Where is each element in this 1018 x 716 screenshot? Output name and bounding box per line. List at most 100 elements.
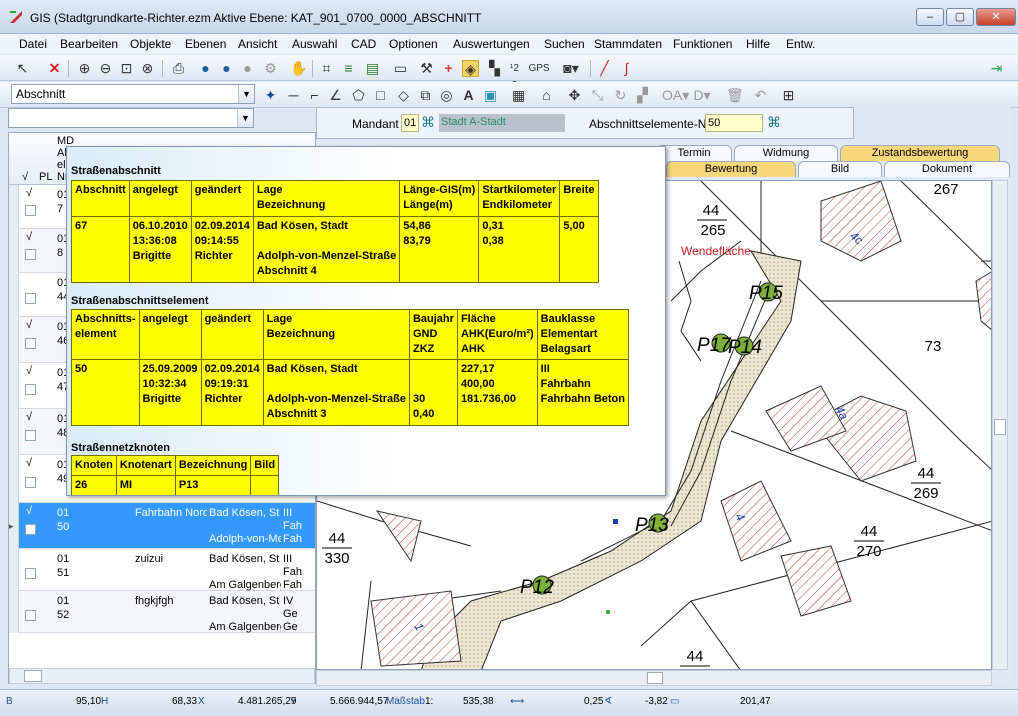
checker-icon[interactable]: ▚ [486, 60, 503, 77]
curve-draw-icon[interactable]: ∫ [618, 60, 635, 77]
table-icon[interactable]: ▦ [510, 87, 527, 104]
layer-select[interactable]: Abschnitt ▼ [11, 84, 255, 104]
binoculars-icon[interactable]: ⌘ [767, 114, 781, 131]
zoom-out-icon[interactable]: ⊖ [97, 60, 114, 77]
row-indicator[interactable] [9, 409, 19, 455]
polyline-icon[interactable]: ⌐ [306, 87, 323, 104]
fit-icon[interactable]: ⊞ [780, 87, 797, 104]
circle-target-icon[interactable]: ◎ [438, 87, 455, 104]
layer-list-icon[interactable]: ▤ [364, 60, 381, 77]
menu-bearbeiten[interactable]: Bearbeiten [60, 37, 118, 51]
row-checkbox[interactable] [25, 524, 36, 535]
snap-point-icon[interactable]: ✦ [262, 87, 279, 104]
settings-gear-icon[interactable]: ⚙ [262, 60, 279, 77]
menu-funktionen[interactable]: Funktionen [673, 37, 732, 51]
rotate-icon[interactable]: ↻ [612, 87, 629, 104]
select-arrow-icon[interactable]: ↖ [14, 60, 31, 77]
row-checkbox[interactable] [25, 430, 36, 441]
map-vertical-scrollbar[interactable] [992, 180, 1008, 670]
measure-box-icon[interactable]: ▭ [392, 60, 409, 77]
node-edit-icon[interactable]: ⌂ [538, 87, 555, 104]
row-checkbox[interactable] [25, 568, 36, 579]
close-button[interactable]: ✕ [976, 8, 1016, 26]
polygon-icon[interactable]: ⬠ [350, 87, 367, 104]
menu-suchen[interactable]: Suchen [544, 37, 585, 51]
row-checkbox[interactable] [25, 205, 36, 216]
text-icon[interactable]: A [460, 87, 477, 104]
grid-horizontal-scrollbar[interactable] [9, 668, 315, 684]
menu-ansicht[interactable]: Ansicht [238, 37, 277, 51]
zoom-window-icon[interactable]: ⊡ [118, 60, 135, 77]
tab-zustandsbewertung[interactable]: Zustandsbewertung [840, 145, 1000, 161]
delete-selection-icon[interactable]: ✕ [46, 60, 63, 77]
undo-icon[interactable]: ↶ [752, 87, 769, 104]
image-icon[interactable]: ▣ [482, 87, 499, 104]
menu-objekte[interactable]: Objekte [130, 37, 171, 51]
row-indicator[interactable] [9, 185, 19, 229]
binoculars-icon[interactable]: ⌘ [421, 114, 435, 131]
tab-widmung[interactable]: Widmung [734, 145, 838, 161]
move-icon[interactable]: ✥ [566, 87, 583, 104]
tab-bild[interactable]: Bild [798, 161, 882, 177]
bezier-icon[interactable]: ∠ [327, 87, 344, 104]
menu-cad[interactable]: CAD [351, 37, 376, 51]
menu-auswahl[interactable]: Auswahl [292, 37, 337, 51]
crosshair-icon[interactable]: + [440, 60, 457, 77]
row-checkbox[interactable] [25, 338, 36, 349]
row-indicator[interactable] [9, 363, 19, 409]
camera-icon[interactable]: ◙▾ [558, 60, 584, 77]
diamond-icon[interactable]: ◇ [395, 87, 412, 104]
trash-icon[interactable]: 🗑 [726, 87, 744, 104]
zoom-previous-icon[interactable]: ⊗ [139, 60, 156, 77]
zoom-in-icon[interactable]: ⊕ [76, 60, 93, 77]
exit-icon[interactable]: ⇥ [988, 60, 1005, 77]
grid-snap-icon[interactable]: ⌗ [318, 60, 335, 77]
line-icon[interactable]: ─ [285, 87, 302, 104]
table-row[interactable]: 01 51 zuizui Bad Kösen, St Am Galgenberg III F… [9, 549, 315, 591]
elem-field[interactable]: 50 [705, 114, 763, 132]
row-checkbox[interactable] [25, 293, 36, 304]
menu-stammdaten[interactable]: Stammdaten [594, 37, 662, 51]
menu-ebenen[interactable]: Ebenen [185, 37, 226, 51]
table-row[interactable]: 01 52 fhgkjfgh Bad Kösen, St Am Galgenberg IV… [9, 591, 315, 633]
row-indicator[interactable] [9, 317, 19, 363]
rectangle-icon[interactable]: □ [372, 87, 389, 104]
row-checkbox[interactable] [25, 477, 36, 488]
layers-icon[interactable]: ≡ [340, 60, 357, 77]
row-checkbox[interactable] [25, 249, 36, 260]
menu-datei[interactable]: Datei [19, 37, 47, 51]
row-indicator[interactable] [9, 549, 19, 591]
globe-layers-icon[interactable]: ● [218, 60, 235, 77]
tab-bewertung[interactable]: Bewertung [666, 161, 796, 177]
menu-optionen[interactable]: Optionen [389, 37, 438, 51]
doc-icon[interactable]: D▾ [692, 87, 712, 104]
table-row[interactable]: ▸ √ 01 50 Fahrbahn Nord Bad Kösen, St Adolph-v… [9, 503, 315, 549]
row-indicator[interactable] [9, 273, 19, 317]
text-align-icon[interactable]: OA▾ [662, 87, 689, 104]
menu-auswertungen[interactable]: Auswertungen [453, 37, 530, 51]
row-indicator[interactable]: ▸ [9, 503, 19, 549]
line-draw-icon[interactable]: ╱ [596, 60, 613, 77]
row-indicator[interactable] [9, 455, 19, 503]
minimize-button[interactable]: – [916, 8, 944, 26]
menu-entw[interactable]: Entw. [786, 37, 815, 51]
globe-icon[interactable]: ● [197, 60, 214, 77]
pan-hand-icon[interactable]: ✋ [290, 60, 307, 77]
duplicate-icon[interactable]: ▞ [634, 87, 651, 104]
tag-icon[interactable]: ◈ [462, 60, 479, 77]
globe-disabled-icon[interactable]: ● [239, 60, 256, 77]
row-checkbox[interactable] [25, 384, 36, 395]
chevron-down-icon[interactable]: ▼ [237, 109, 253, 127]
tools-icon[interactable]: ⚒ [418, 60, 435, 77]
row-indicator[interactable] [9, 229, 19, 273]
row-checkbox[interactable] [25, 610, 36, 621]
chevron-down-icon[interactable]: ▼ [238, 85, 254, 103]
copy-shape-icon[interactable]: ⧉ [417, 87, 434, 104]
tab-dokument[interactable]: Dokument [884, 161, 1010, 177]
menu-hilfe[interactable]: Hilfe [746, 37, 770, 51]
map-horizontal-scrollbar[interactable] [316, 670, 992, 686]
print-icon[interactable]: ⎙ [170, 60, 187, 77]
numbering-icon[interactable]: ¹2 3 [506, 60, 523, 91]
filter-select[interactable]: ▼ [8, 108, 254, 128]
tab-termin[interactable]: Termin [656, 145, 732, 161]
